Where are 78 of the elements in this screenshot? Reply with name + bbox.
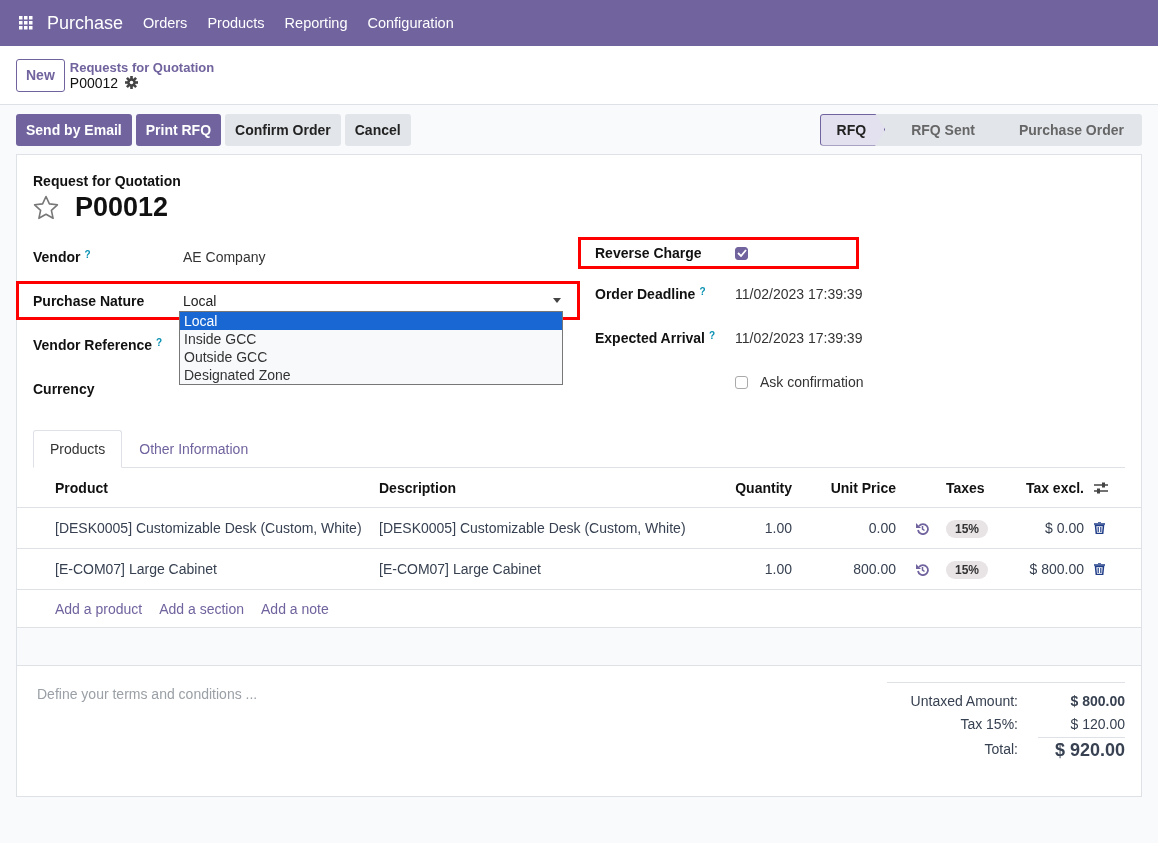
column-settings-icon: [1094, 481, 1108, 494]
field-label: Reverse Charge: [595, 245, 702, 261]
star-icon[interactable]: [33, 195, 59, 220]
table-cell-text: [DESK0005] Customizable Desk (Custom, White): [379, 520, 687, 536]
form-subtitle: Request for Quotation: [33, 173, 182, 189]
menu-item[interactable]: Reporting: [284, 15, 348, 31]
menu-item[interactable]: Configuration: [367, 15, 454, 31]
tax-tag: 15%: [946, 561, 989, 579]
total-value: $ 920.00: [1038, 736, 1125, 761]
field-label: Order Deadline: [595, 286, 696, 302]
dropdown-option[interactable]: Inside GCC: [180, 329, 562, 348]
dropdown-option[interactable]: Local: [180, 311, 562, 330]
table-cell-text: 1.00: [763, 520, 792, 536]
field-label: Vendor: [33, 248, 81, 265]
action-button[interactable]: Cancel: [344, 113, 411, 146]
breadcrumb-current: P00012: [69, 74, 119, 91]
action-button[interactable]: Confirm Order: [225, 113, 341, 146]
table-cell-text: 0.00: [867, 520, 896, 536]
table-cell-text: 800.00: [852, 561, 896, 577]
table-cell-text: $ 0.00: [1044, 520, 1084, 536]
help-mark[interactable]: ?: [709, 330, 716, 341]
column-header[interactable]: Description: [379, 479, 724, 496]
new-button[interactable]: New: [16, 58, 65, 92]
field-label: Purchase Nature: [33, 292, 145, 309]
table-cell-text: [E-COM07] Large Cabinet: [55, 561, 218, 577]
status-stage[interactable]: RFQ Sent: [885, 113, 993, 146]
table-cell-text: $ 800.00: [1028, 561, 1084, 577]
checkbox-label: Ask confirmation: [760, 374, 864, 390]
table-cell-text: [E-COM07] Large Cabinet: [379, 561, 542, 577]
gear-icon[interactable]: [125, 76, 139, 89]
trash-icon[interactable]: [1094, 522, 1105, 534]
dropdown-option[interactable]: Outside GCC: [180, 347, 562, 366]
field-label: Currency: [33, 380, 95, 397]
checkbox[interactable]: [735, 246, 748, 260]
app-title[interactable]: Purchase: [47, 12, 124, 34]
column-header[interactable]: Tax excl.: [994, 479, 1084, 496]
menu-item[interactable]: Products: [207, 15, 265, 31]
total-value: $ 800.00: [1069, 692, 1125, 709]
breadcrumb-link[interactable]: Requests for Quotation: [69, 59, 215, 75]
menu-item[interactable]: Orders: [143, 15, 188, 31]
status-stage[interactable]: RFQ: [819, 113, 886, 146]
column-header[interactable]: Product: [55, 479, 379, 496]
total-label: Untaxed Amount:: [909, 692, 1018, 709]
dropdown-option[interactable]: Designated Zone: [180, 365, 562, 384]
reset-icon: [916, 562, 929, 576]
field-value[interactable]: 11/02/2023 17:39:39: [735, 330, 863, 346]
total-label: Tax 15%:: [959, 715, 1018, 732]
column-header[interactable]: Taxes: [929, 479, 994, 496]
action-button[interactable]: Print RFQ: [135, 113, 222, 146]
action-button[interactable]: Send by Email: [16, 113, 132, 146]
total-label: Total:: [983, 740, 1018, 757]
table-cell-text: 1.00: [763, 561, 792, 577]
field-value[interactable]: AE Company: [183, 248, 266, 265]
add-link[interactable]: Add a section: [159, 600, 244, 617]
status-stage[interactable]: Purchase Order: [992, 113, 1142, 146]
help-mark[interactable]: ?: [156, 336, 163, 348]
field-label: Vendor Reference: [33, 336, 153, 353]
table-cell-text: [DESK0005] Customizable Desk (Custom, White): [55, 520, 363, 536]
caret-icon: [553, 298, 561, 303]
help-mark[interactable]: ?: [699, 286, 706, 297]
tab[interactable]: Products: [33, 430, 123, 468]
add-link[interactable]: Add a note: [261, 600, 329, 617]
reset-icon: [916, 521, 929, 535]
app-grid-icon[interactable]: [19, 16, 33, 30]
select-field[interactable]: Local: [183, 292, 563, 309]
record-title: P00012: [75, 192, 169, 223]
total-value: $ 120.00: [1069, 715, 1125, 732]
terms-field[interactable]: Define your terms and conditions ...: [33, 682, 441, 706]
tax-tag: 15%: [946, 520, 989, 538]
help-mark[interactable]: ?: [84, 248, 91, 260]
trash-icon[interactable]: [1094, 563, 1105, 575]
column-header[interactable]: Unit Price: [792, 479, 896, 496]
add-link[interactable]: Add a product: [55, 600, 143, 617]
checkbox[interactable]: [735, 375, 748, 389]
tab[interactable]: Other Information: [122, 430, 266, 468]
column-header[interactable]: Quantity: [724, 479, 792, 496]
field-value[interactable]: 11/02/2023 17:39:39: [735, 286, 863, 302]
field-label: Expected Arrival: [595, 330, 705, 346]
